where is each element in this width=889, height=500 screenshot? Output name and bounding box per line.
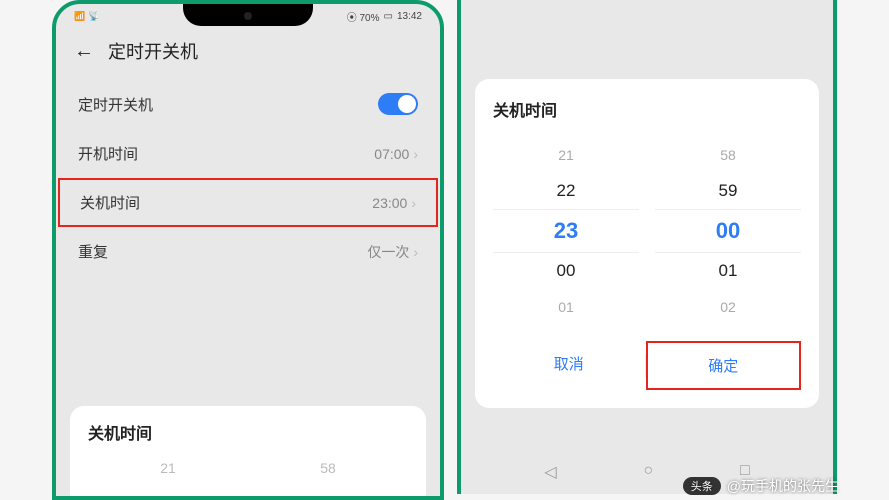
row-toggle[interactable]: 定时开关机	[56, 79, 440, 129]
chevron-right-icon: ›	[413, 146, 418, 162]
on-time-label: 开机时间	[78, 143, 138, 164]
minute-option-selected[interactable]: 00	[655, 209, 801, 253]
toggle-switch[interactable]	[378, 93, 418, 115]
clock-text: 13:42	[397, 11, 422, 22]
time-picker-card: 关机时间 21 22 23 00 01 58 59 00 01 02 取消 确定	[475, 79, 819, 408]
chevron-right-icon: ›	[411, 195, 416, 211]
confirm-button[interactable]: 确定	[646, 341, 802, 390]
time-picker-card-peek: 关机时间 21 58	[70, 406, 426, 496]
minute-option[interactable]: 01	[655, 253, 801, 289]
nav-home-icon[interactable]: ○	[643, 462, 653, 482]
on-time-value: 07:00	[374, 146, 409, 162]
hour-option[interactable]: 22	[493, 173, 639, 209]
hour-picker-column[interactable]: 21 22 23 00 01	[493, 137, 639, 325]
cancel-button[interactable]: 取消	[493, 341, 645, 390]
signal-icon: 📶	[74, 11, 85, 22]
phone-mockup-left: 📶 📡 ⦿ 70% ▭ 13:42 ← 定时开关机 定时开关机 开机时间 07:…	[52, 0, 444, 500]
wifi-icon: 📡	[88, 11, 99, 22]
minute-option[interactable]: 59	[655, 173, 801, 209]
picker-hour-peek: 21	[160, 460, 176, 476]
watermark: 头条 @玩手机的张先生	[683, 476, 839, 496]
picker-peek-row: 21 58	[88, 460, 408, 476]
page-title: 定时开关机	[108, 38, 198, 64]
back-arrow-icon[interactable]: ←	[74, 40, 94, 63]
page-header: ← 定时开关机	[56, 26, 440, 79]
time-picker[interactable]: 21 22 23 00 01 58 59 00 01 02	[493, 137, 801, 325]
row-repeat[interactable]: 重复 仅一次 ›	[56, 227, 440, 276]
minute-option[interactable]: 02	[655, 289, 801, 325]
battery-icon: ▭	[384, 11, 393, 22]
row-on-time[interactable]: 开机时间 07:00 ›	[56, 129, 440, 178]
hour-option[interactable]: 21	[493, 137, 639, 173]
picker-minute-peek: 58	[320, 460, 336, 476]
status-right: ⦿ 70% ▭ 13:42	[347, 9, 422, 24]
minute-option[interactable]: 58	[655, 137, 801, 173]
off-time-label: 关机时间	[80, 192, 140, 213]
watermark-text: @玩手机的张先生	[727, 476, 839, 496]
row-off-time[interactable]: 关机时间 23:00 ›	[58, 178, 438, 227]
minute-picker-column[interactable]: 58 59 00 01 02	[655, 137, 801, 325]
phone-mockup-right: 关机时间 21 22 23 00 01 58 59 00 01 02 取消 确定…	[457, 0, 837, 494]
phone-notch	[183, 4, 313, 26]
picker-actions: 取消 确定	[493, 341, 801, 390]
battery-text: ⦿ 70%	[347, 9, 380, 24]
chevron-right-icon: ›	[413, 244, 418, 260]
hour-option-selected[interactable]: 23	[493, 209, 639, 253]
watermark-badge: 头条	[683, 477, 721, 495]
repeat-label: 重复	[78, 241, 108, 262]
hour-option[interactable]: 00	[493, 253, 639, 289]
picker-title: 关机时间	[493, 97, 801, 121]
nav-back-icon[interactable]: ◁	[544, 462, 556, 482]
toggle-label: 定时开关机	[78, 94, 153, 115]
hour-option[interactable]: 01	[493, 289, 639, 325]
off-time-value: 23:00	[372, 195, 407, 211]
status-left: 📶 📡	[74, 11, 99, 22]
picker-title: 关机时间	[88, 420, 408, 444]
repeat-value: 仅一次	[367, 242, 409, 262]
